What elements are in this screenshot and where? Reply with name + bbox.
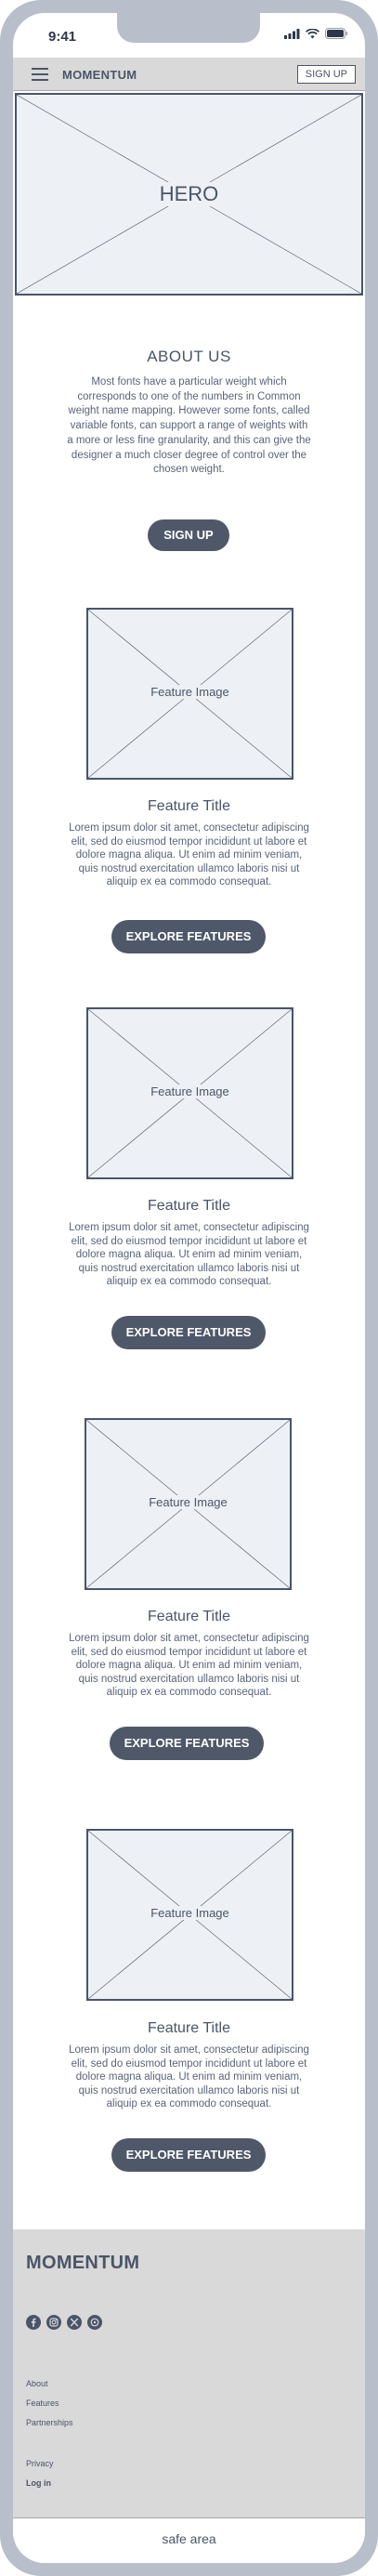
feature-text: Lorem ipsum dolor sit amet, consectetur …	[69, 2044, 309, 2109]
about-text: Most fonts have a particular weight whic…	[67, 376, 311, 476]
feature-image-label: Feature Image	[139, 1906, 241, 1920]
status-time: 9:41	[48, 29, 77, 45]
status-icons	[284, 28, 348, 39]
feature-image-label: Feature Image	[139, 685, 241, 699]
hero-label: HERO	[156, 182, 222, 206]
feature-title: Feature Title	[148, 1198, 230, 1214]
feature-title: Feature Title	[148, 798, 230, 814]
nav-signup-button[interactable]: SIGN UP	[296, 65, 356, 84]
feature-title: Feature Title	[148, 2020, 230, 2036]
x-icon[interactable]	[67, 2315, 82, 2330]
screen: 9:41 MOMENTUM SIGN UP HERO ABOUT US Most…	[13, 13, 365, 2563]
wifi-icon	[306, 28, 319, 38]
safe-area: safe area	[13, 2517, 365, 2563]
status-bar: 9:41	[13, 13, 365, 58]
footer-brand: MOMENTUM	[26, 2253, 140, 2273]
battery-icon	[325, 28, 348, 39]
device-frame: 9:41 MOMENTUM SIGN UP HERO ABOUT US Most…	[0, 0, 378, 2576]
feature-text: Lorem ipsum dolor sit amet, consectetur …	[69, 822, 309, 887]
footer-link-privacy[interactable]: Privacy	[26, 2459, 54, 2468]
instagram-icon[interactable]	[46, 2315, 61, 2330]
feature-text: Lorem ipsum dolor sit amet, consectetur …	[69, 1222, 309, 1287]
feature-image-label: Feature Image	[137, 1495, 239, 1509]
feature-image-placeholder: Feature Image	[86, 608, 293, 780]
facebook-icon[interactable]	[26, 2315, 41, 2330]
notch	[117, 13, 260, 43]
feature-image-placeholder: Feature Image	[86, 1007, 293, 1179]
hero-image-placeholder: HERO	[15, 93, 363, 296]
feature-image-placeholder: Feature Image	[85, 1418, 292, 1590]
signup-button[interactable]: SIGN UP	[148, 519, 229, 551]
safe-area-label: safe area	[162, 2531, 216, 2546]
explore-features-button[interactable]: EXPLORE FEATURES	[110, 1727, 264, 1760]
explore-features-button[interactable]: EXPLORE FEATURES	[111, 2138, 266, 2172]
feature-image-placeholder: Feature Image	[86, 1829, 293, 2001]
menu-icon[interactable]	[32, 68, 48, 81]
explore-features-button[interactable]: EXPLORE FEATURES	[111, 1316, 266, 1349]
signal-icon	[284, 28, 300, 39]
footer-link-partnerships[interactable]: Partnerships	[26, 2418, 73, 2427]
feature-title: Feature Title	[148, 1609, 230, 1624]
feature-text: Lorem ipsum dolor sit amet, consectetur …	[69, 1633, 309, 1698]
footer-link-features[interactable]: Features	[26, 2399, 59, 2408]
footer: MOMENTUM About Features Partnerships Pri…	[13, 2229, 365, 2517]
explore-features-button[interactable]: EXPLORE FEATURES	[111, 920, 266, 953]
social-links	[26, 2315, 102, 2330]
about-title: ABOUT US	[147, 348, 231, 365]
feature-image-label: Feature Image	[139, 1084, 241, 1098]
footer-link-login[interactable]: Log in	[26, 2478, 51, 2488]
brand-logo[interactable]: MOMENTUM	[62, 68, 137, 82]
top-navbar: MOMENTUM SIGN UP	[13, 58, 365, 91]
footer-link-about[interactable]: About	[26, 2379, 48, 2388]
whatsapp-icon[interactable]	[87, 2315, 102, 2330]
